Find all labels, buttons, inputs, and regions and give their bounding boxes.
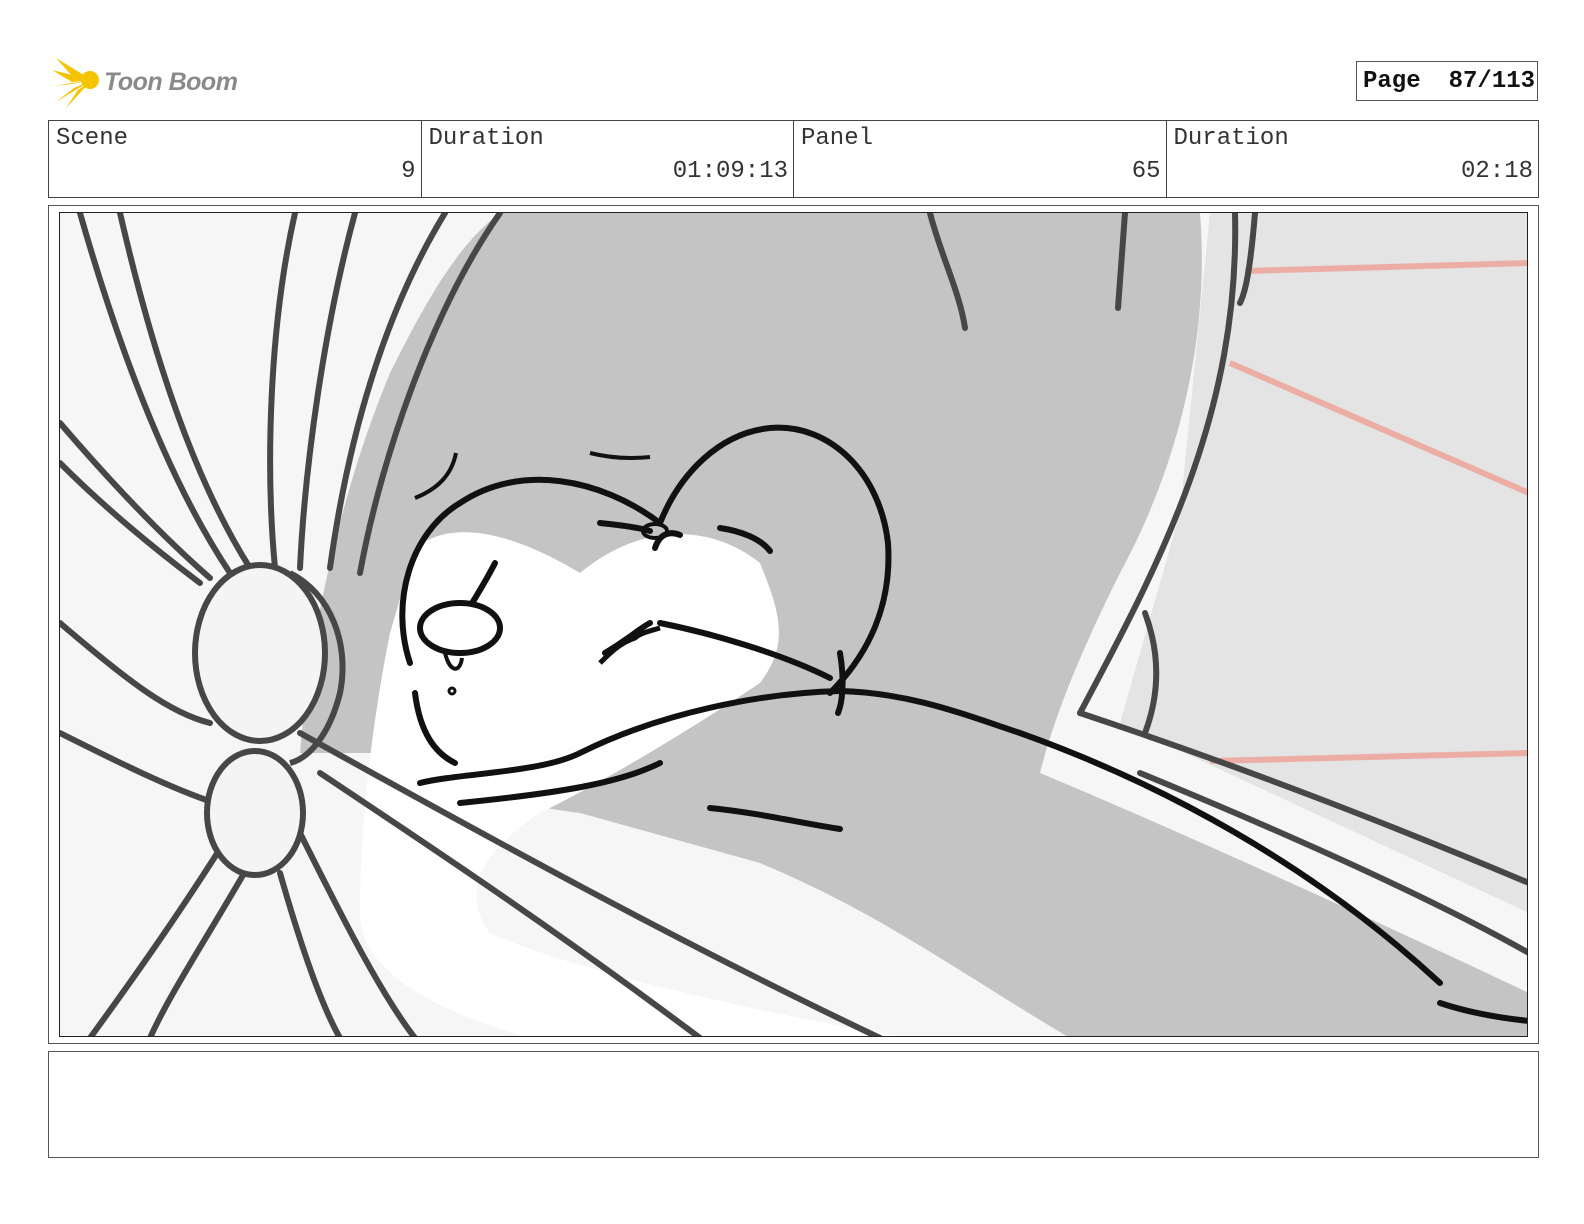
- storyboard-panel-frame: [48, 205, 1539, 1044]
- panel-duration-label: Duration: [1173, 125, 1289, 152]
- logo-star-icon: [52, 58, 99, 108]
- panel-cell: Panel 65: [794, 121, 1167, 197]
- panel-value: 65: [1131, 158, 1161, 185]
- scene-duration-cell: Duration 01:09:13: [422, 121, 794, 197]
- logo-text: Toon Boom: [104, 68, 238, 96]
- storyboard-sketch: [59, 212, 1528, 1037]
- scene-duration-label: Duration: [428, 125, 544, 152]
- panel-notes-box: [48, 1051, 1539, 1158]
- sketch-drawing: [60, 213, 1527, 1036]
- scene-label: Scene: [56, 125, 129, 152]
- page-number: 87/113: [1448, 67, 1536, 95]
- toon-boom-logo: Toon Boom: [52, 56, 252, 108]
- panel-duration-value: 02:18: [1460, 158, 1533, 185]
- scene-cell: Scene 9: [49, 121, 422, 197]
- scene-duration-value: 01:09:13: [672, 158, 788, 185]
- panel-label: Panel: [801, 125, 874, 152]
- page-label: Page: [1363, 67, 1421, 95]
- panel-info-bar: Scene 9 Duration 01:09:13 Panel 65 Durat…: [48, 120, 1539, 198]
- page-indicator: Page 87/113: [1356, 61, 1538, 101]
- scene-value: 9: [401, 158, 416, 185]
- panel-duration-cell: Duration 02:18: [1167, 121, 1539, 197]
